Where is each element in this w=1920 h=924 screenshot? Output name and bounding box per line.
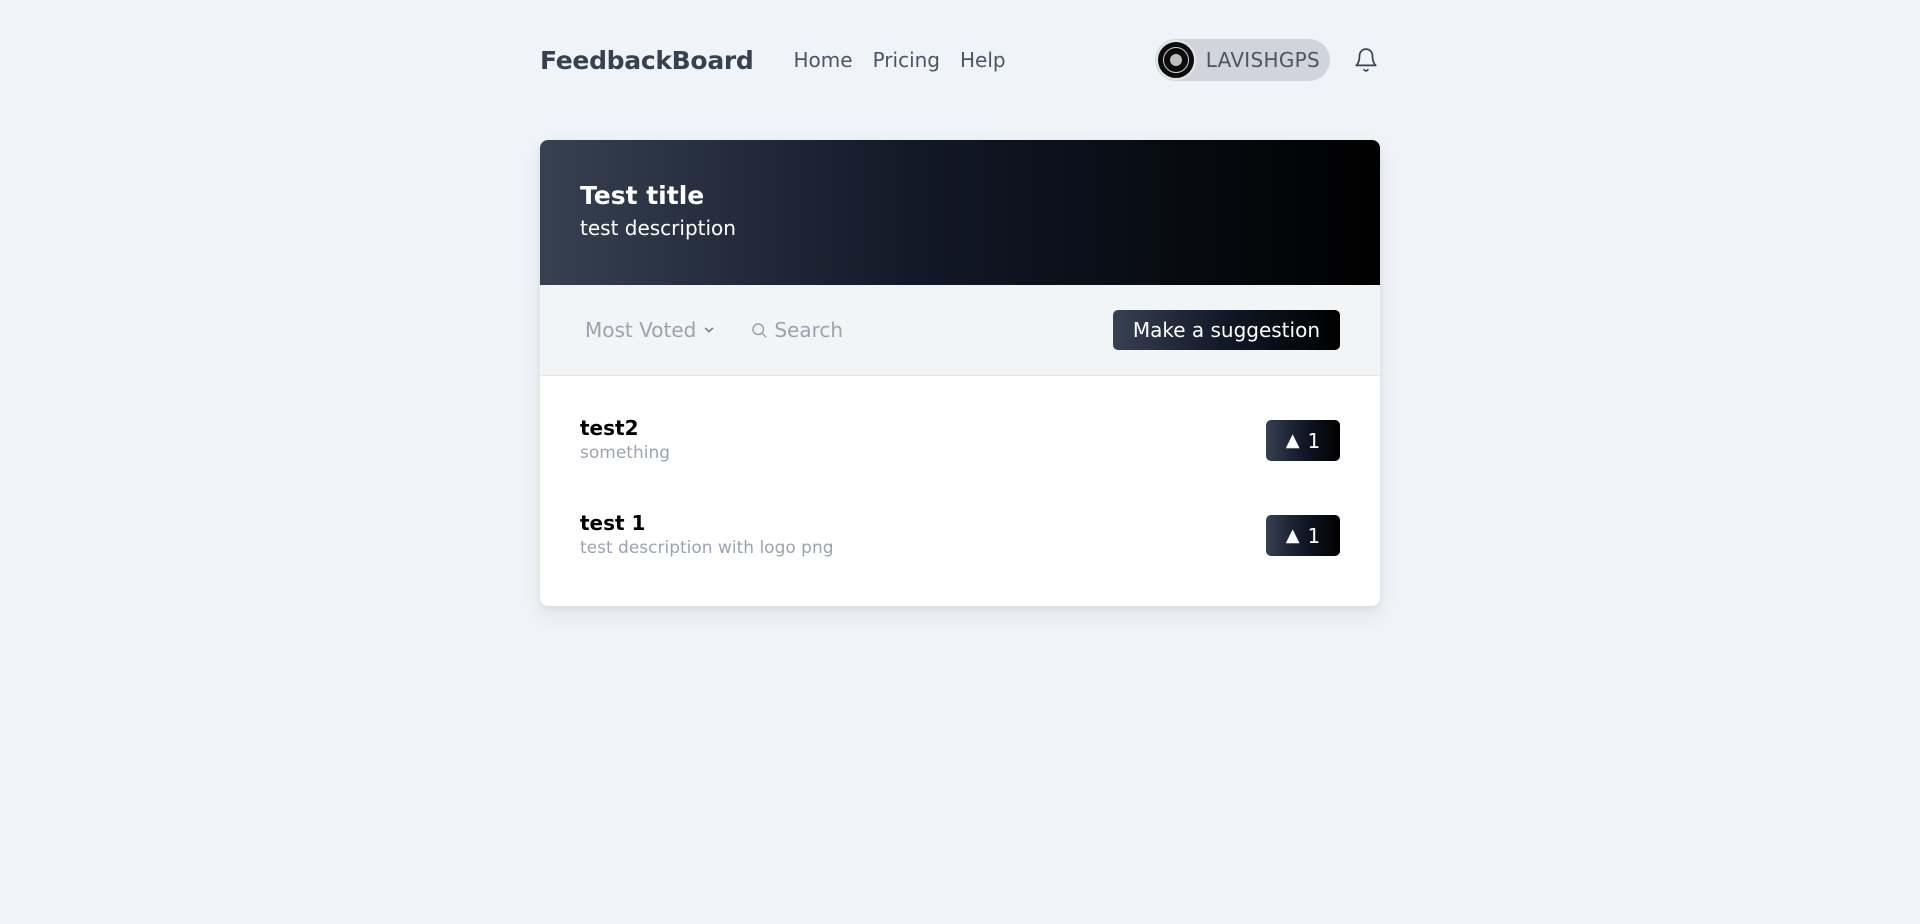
suggestion-title: test2 [580, 416, 639, 441]
list-item[interactable]: test 1 test description with logo png ▲ … [580, 501, 1340, 570]
nav-link-help[interactable]: Help [960, 48, 1006, 72]
nav-right-group: LAVISHGPS [1154, 39, 1380, 81]
sort-label: Most Voted [585, 318, 697, 342]
sort-dropdown[interactable]: Most Voted [585, 318, 716, 342]
vote-count: 1 [1307, 523, 1321, 548]
avatar [1155, 40, 1196, 80]
suggestion-list: test2 something ▲ 1 test 1 test descript… [540, 376, 1380, 570]
board-title: Test title [580, 181, 705, 210]
upvote-arrow-icon: ▲ [1285, 525, 1300, 546]
search-box [750, 318, 955, 342]
suggestion-description: something [580, 443, 671, 464]
board-description: test description [580, 215, 736, 240]
make-suggestion-button[interactable]: Make a suggestion [1112, 310, 1340, 350]
list-item-text: test2 something [580, 415, 1266, 466]
search-icon [752, 323, 767, 338]
suggestion-title: test 1 [580, 511, 646, 536]
username-label: LAVISHGPS [1205, 48, 1320, 72]
board-header: Test title test description [540, 140, 1380, 285]
nav-link-home[interactable]: Home [794, 48, 853, 72]
list-item[interactable]: test2 something ▲ 1 [580, 406, 1340, 475]
list-item-text: test 1 test description with logo png [580, 510, 1266, 561]
notifications-button[interactable] [1352, 46, 1380, 74]
board-toolbar: Most Voted Make a suggestion [540, 285, 1380, 376]
bell-icon [1355, 48, 1377, 72]
suggestion-description: test description with logo png [580, 538, 834, 559]
user-menu-button[interactable]: LAVISHGPS [1154, 39, 1330, 81]
upvote-button[interactable]: ▲ 1 [1266, 420, 1340, 461]
search-input[interactable] [774, 318, 955, 342]
vote-count: 1 [1307, 428, 1321, 453]
main-nav: Home Pricing Help [794, 48, 1006, 72]
top-navbar: FeedbackBoard Home Pricing Help LAVISHGP… [540, 36, 1380, 84]
nav-link-pricing[interactable]: Pricing [873, 48, 940, 72]
brand-logo-text[interactable]: FeedbackBoard [540, 46, 754, 75]
feedback-board-card: Test title test description Most Voted M… [540, 140, 1380, 606]
chevron-down-icon [705, 327, 714, 333]
upvote-button[interactable]: ▲ 1 [1266, 515, 1340, 556]
avatar-core [1169, 54, 1182, 66]
upvote-arrow-icon: ▲ [1285, 430, 1300, 451]
